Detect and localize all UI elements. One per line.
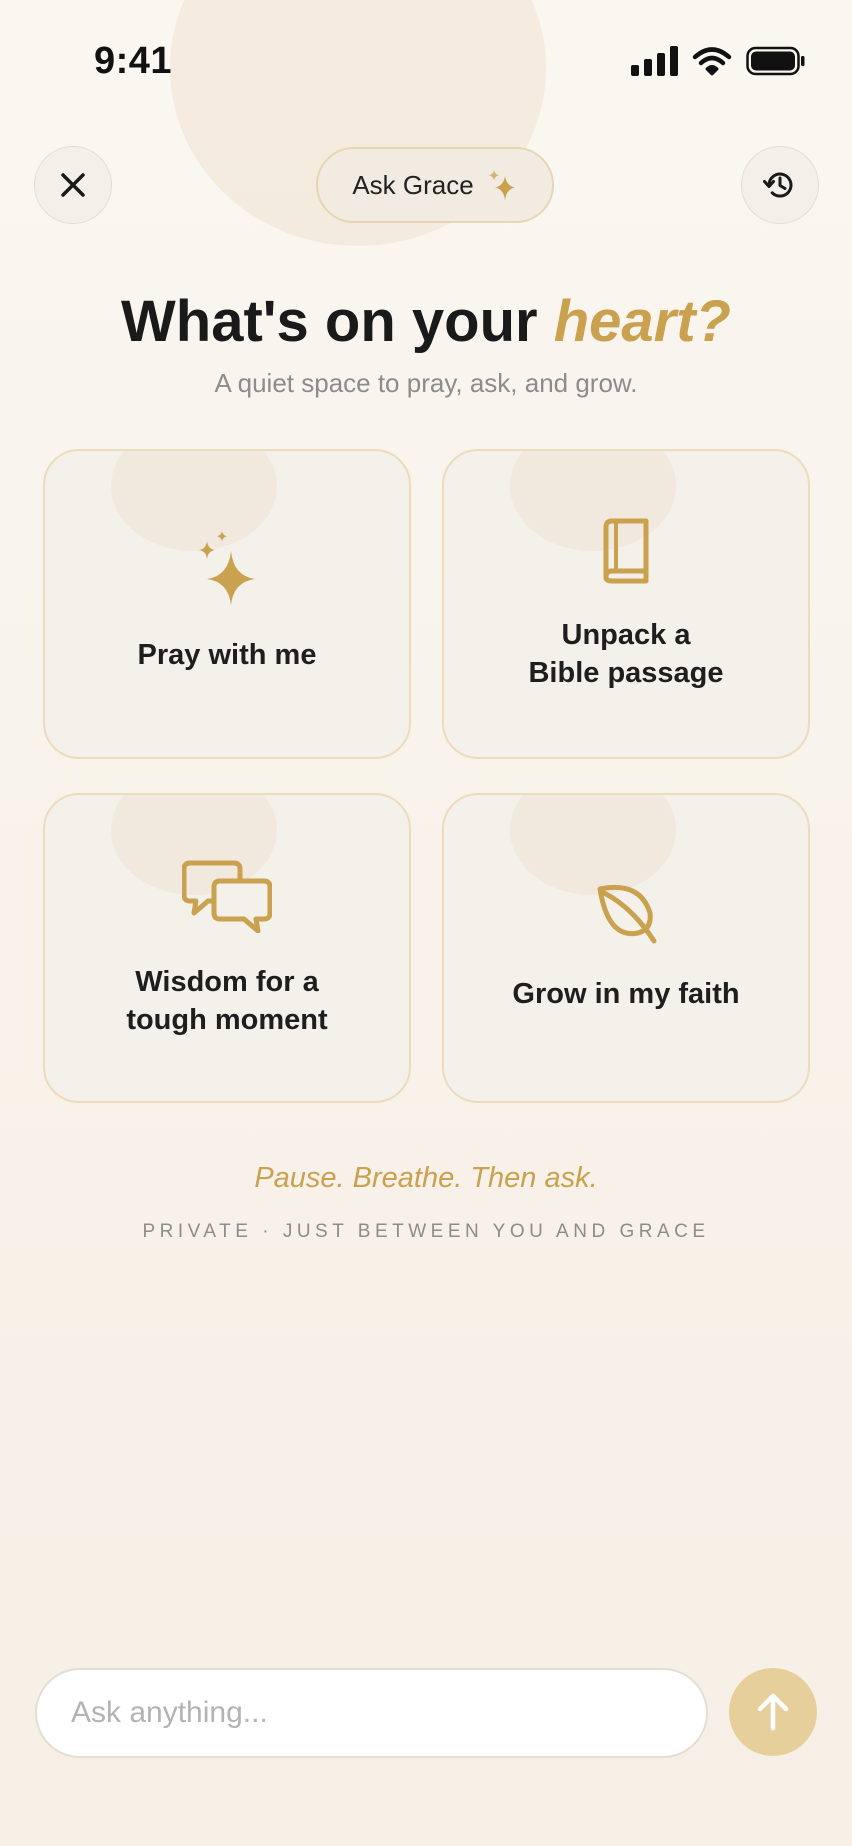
title-accent: heart?	[553, 289, 731, 354]
close-button[interactable]	[34, 146, 112, 224]
status-time: 9:41	[94, 40, 173, 82]
card-label: Unpack a Bible passage	[528, 619, 724, 689]
card-label: Pray with me	[137, 639, 317, 671]
send-button[interactable]	[729, 1668, 817, 1756]
card-pray-with-me[interactable]: Pray with me	[43, 449, 411, 759]
sparkles-icon	[45, 531, 409, 605]
history-button[interactable]	[741, 146, 819, 224]
status-icons	[631, 46, 806, 76]
card-label: Wisdom for a tough moment	[126, 966, 328, 1036]
close-icon	[61, 173, 85, 197]
tagline: Pause. Breathe. Then ask.	[254, 1162, 598, 1194]
card-wisdom-tough-moment[interactable]: Wisdom for a tough moment	[43, 793, 411, 1103]
battery-icon	[746, 46, 805, 76]
arrow-up-icon	[757, 1693, 789, 1731]
ask-grace-pill[interactable]: Ask Grace	[316, 147, 554, 223]
history-icon	[763, 172, 793, 198]
chat-bubbles-icon	[45, 859, 409, 933]
card-label: Grow in my faith	[512, 978, 740, 1010]
sparkles-icon	[488, 170, 515, 200]
cellular-signal-icon	[631, 46, 678, 76]
card-grow-in-faith[interactable]: Grow in my faith	[442, 793, 810, 1103]
title-main: What's on your	[121, 289, 554, 354]
leaf-icon	[444, 883, 808, 945]
page-title: What's on your heart?	[0, 288, 852, 355]
ask-input[interactable]	[35, 1668, 708, 1758]
ask-grace-label: Ask Grace	[352, 169, 474, 200]
card-unpack-bible-passage[interactable]: Unpack a Bible passage	[442, 449, 810, 759]
wifi-icon	[692, 47, 732, 76]
book-icon	[444, 517, 808, 585]
page-subtitle: A quiet space to pray, ask, and grow.	[214, 368, 638, 398]
privacy-note: PRIVATE · JUST BETWEEN YOU AND GRACE	[142, 1221, 710, 1242]
